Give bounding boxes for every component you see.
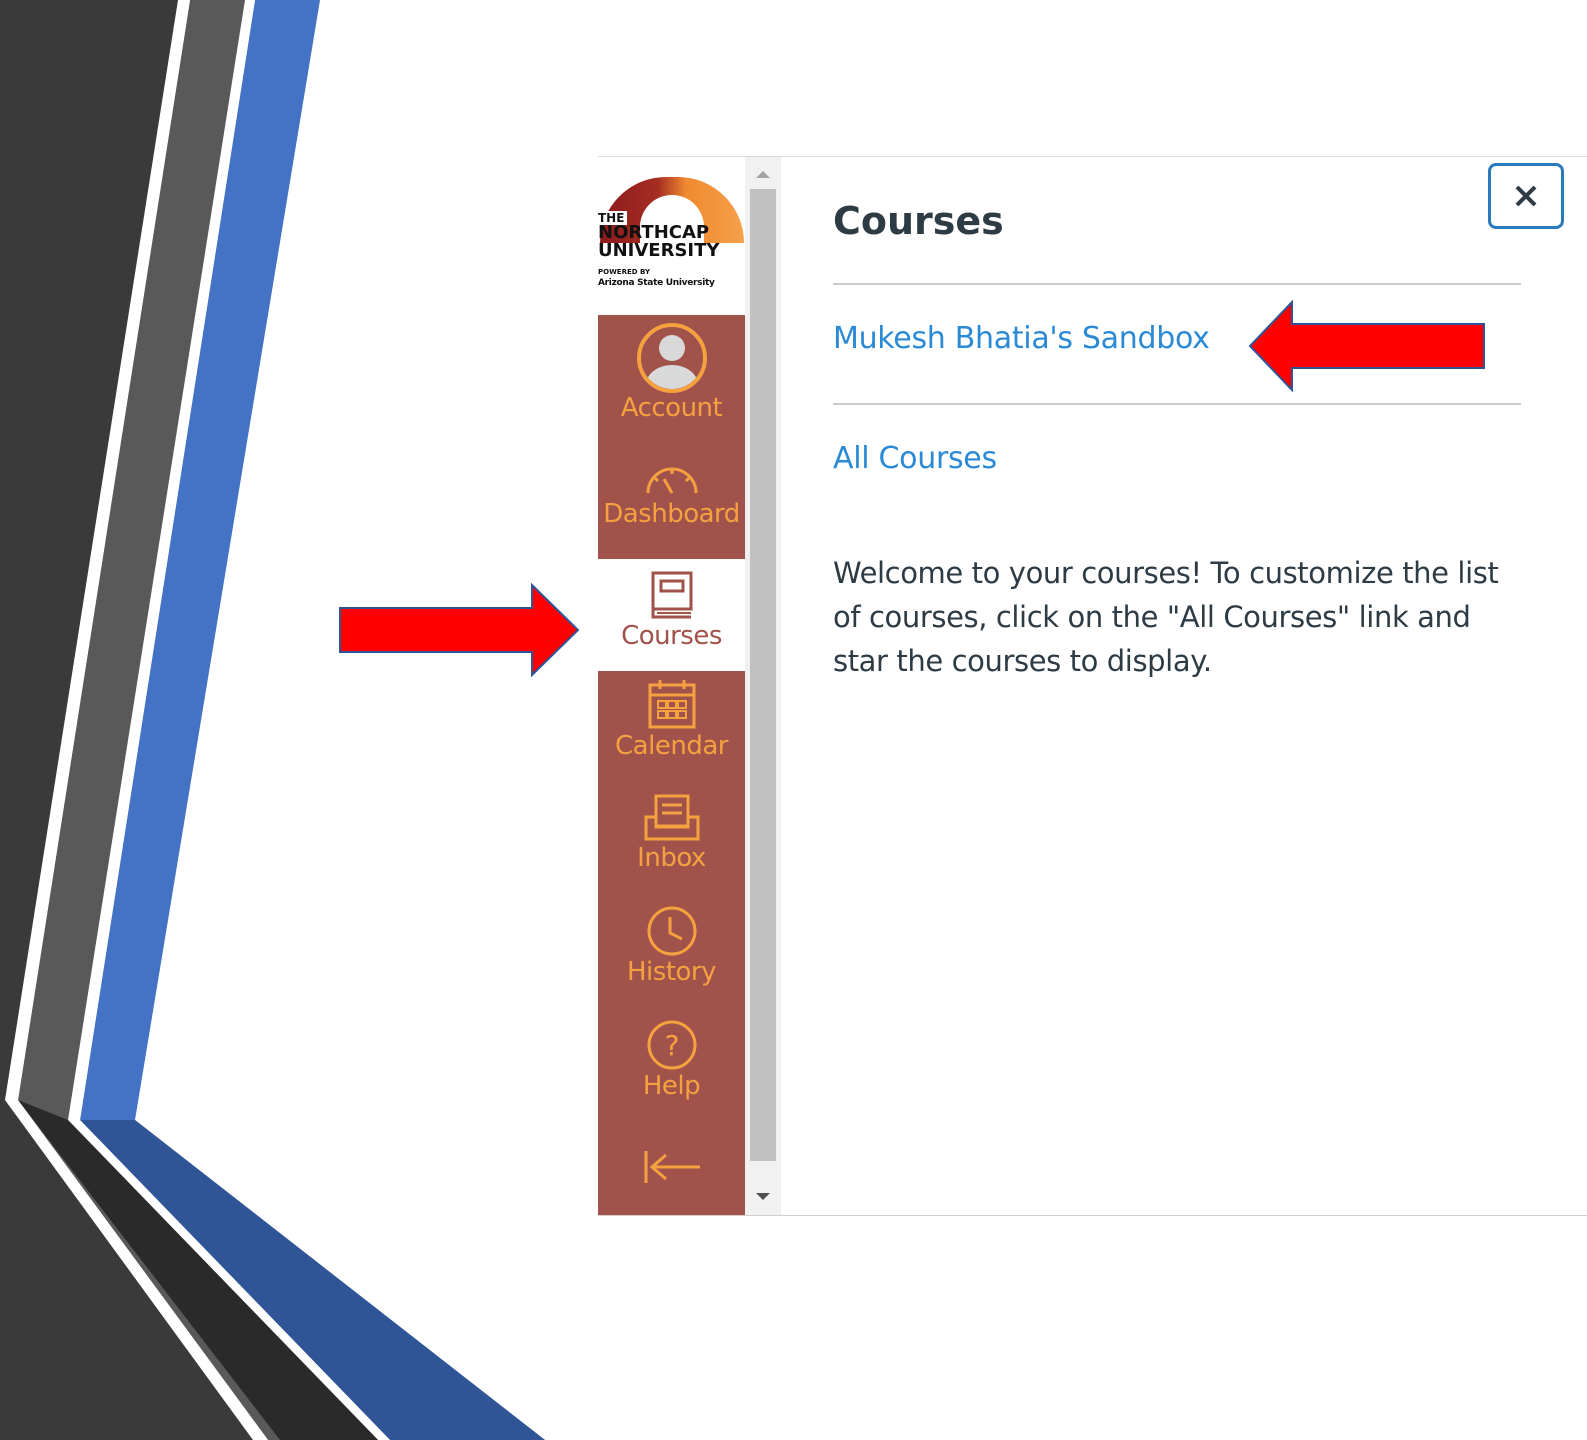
close-icon <box>1515 185 1537 207</box>
nav-item-dashboard[interactable]: Dashboard <box>598 463 745 559</box>
logo-line5: Arizona State University <box>598 278 715 288</box>
divider-middle <box>833 403 1521 405</box>
speedometer-icon <box>646 467 697 494</box>
question-icon: ? <box>647 1020 696 1070</box>
global-navigation: THE NORTHCAP UNIVERSITY POWERED BY Arizo… <box>598 157 745 1215</box>
scrollbar-thumb[interactable] <box>750 189 776 1161</box>
scroll-down-icon[interactable] <box>756 1193 770 1200</box>
svg-text:?: ? <box>664 1029 679 1062</box>
nav-label-courses: Courses <box>621 621 722 651</box>
nav-item-history[interactable]: History <box>598 905 745 1015</box>
clock-icon <box>647 906 696 956</box>
tray-description: Welcome to your courses! To customize th… <box>833 556 1499 678</box>
annotation-arrow-courses <box>339 582 580 678</box>
university-logo[interactable]: THE NORTHCAP UNIVERSITY POWERED BY Arizo… <box>598 157 745 315</box>
nav-item-calendar[interactable]: Calendar <box>598 679 745 789</box>
nav-label-inbox: Inbox <box>637 843 706 873</box>
divider-top <box>833 283 1521 285</box>
nav-scrollbar[interactable] <box>745 157 781 1215</box>
course-link-sandbox[interactable]: Mukesh Bhatia's Sandbox <box>833 321 1210 356</box>
nav-label-calendar: Calendar <box>615 731 728 761</box>
nav-item-courses[interactable]: Courses <box>598 559 745 671</box>
tray-title: Courses <box>833 199 1004 243</box>
nav-label-dashboard: Dashboard <box>603 499 740 529</box>
close-tray-button[interactable] <box>1488 163 1564 229</box>
inbox-icon <box>644 794 699 841</box>
logo-line4: POWERED BY <box>598 268 651 276</box>
nav-item-account[interactable]: Account <box>598 323 745 433</box>
nav-label-help: Help <box>642 1071 701 1101</box>
logo-line3: UNIVERSITY <box>598 240 720 261</box>
user-avatar-icon <box>636 323 707 393</box>
nav-label-account: Account <box>620 393 723 423</box>
collapse-arrow-icon <box>644 1151 700 1183</box>
collapse-nav-button[interactable] <box>598 1147 745 1197</box>
scroll-up-icon[interactable] <box>756 171 770 178</box>
calendar-icon <box>648 680 695 729</box>
book-icon <box>651 571 692 619</box>
nav-label-history: History <box>627 957 717 987</box>
nav-item-help[interactable]: ? Help <box>598 1019 745 1129</box>
all-courses-link[interactable]: All Courses <box>833 441 997 476</box>
annotation-arrow-sandbox <box>1248 300 1485 392</box>
nav-item-inbox[interactable]: Inbox <box>598 793 745 903</box>
